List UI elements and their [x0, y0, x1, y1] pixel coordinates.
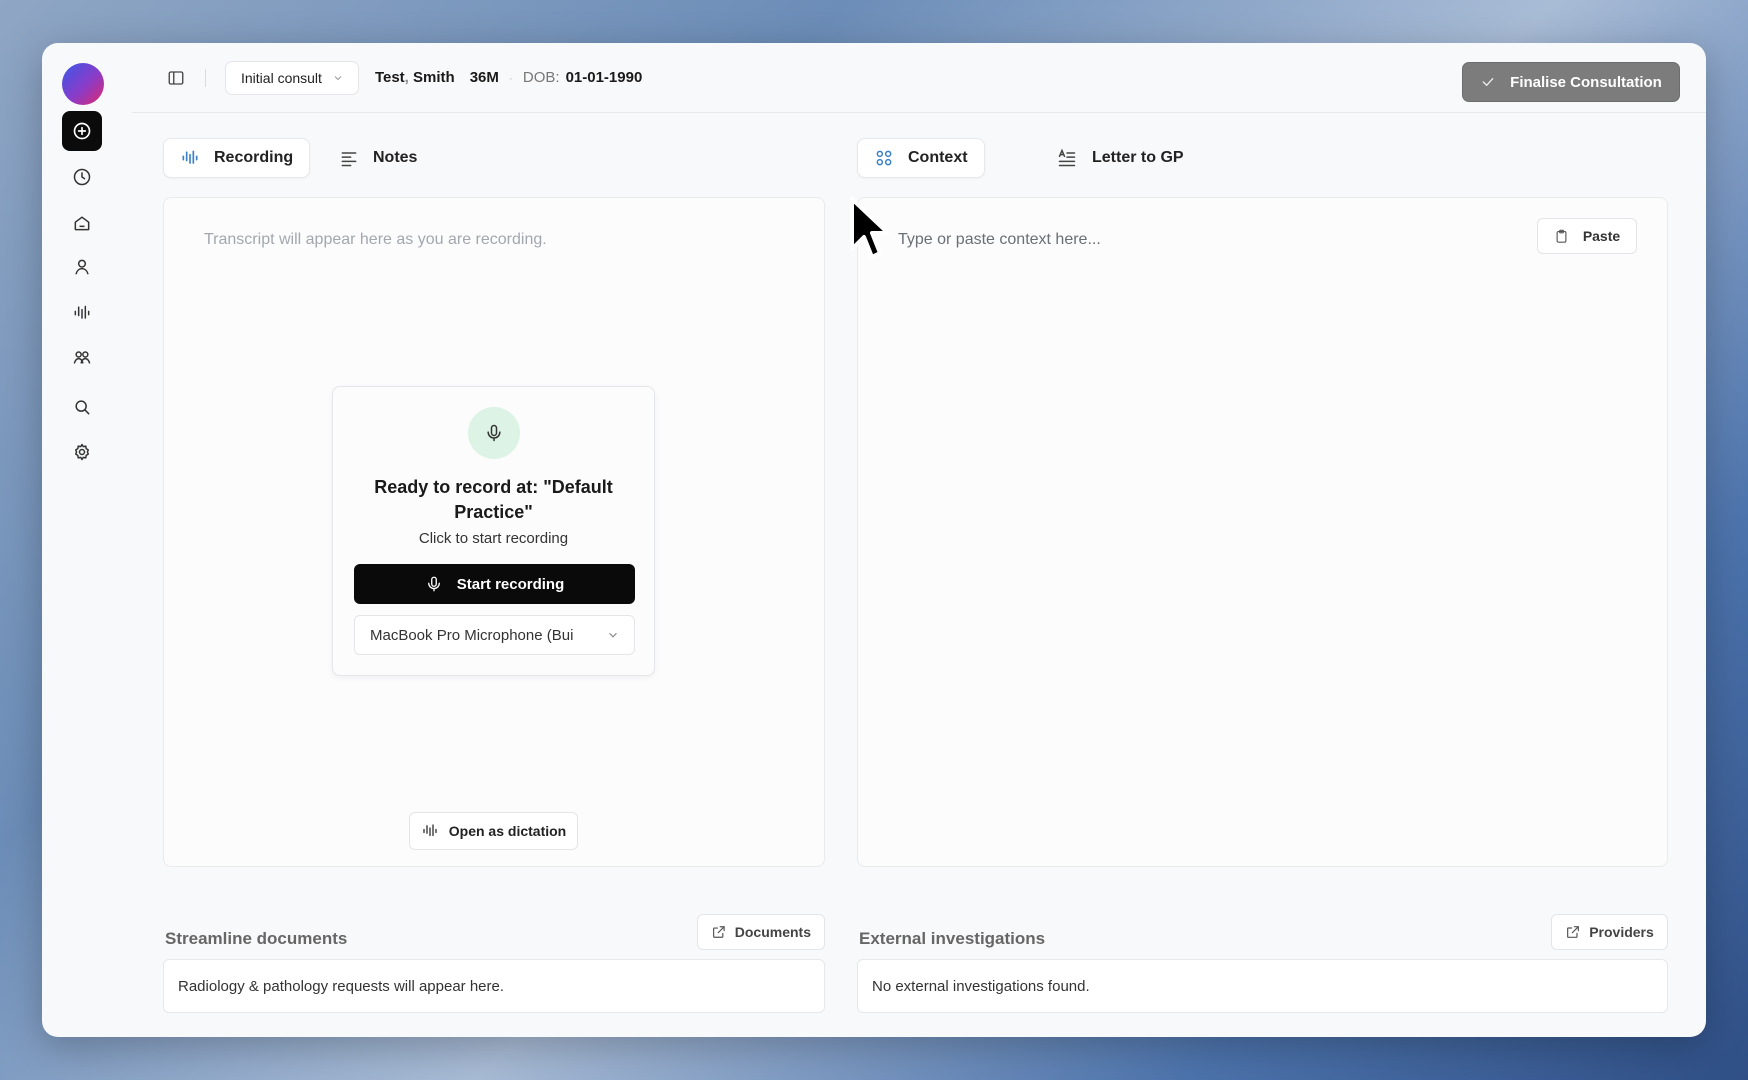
app-window: Initial consult Test, Smith 36M · DOB: 0… — [42, 43, 1706, 1037]
dob-value: 01-01-1990 — [565, 69, 643, 86]
sidebar — [42, 43, 132, 1037]
microphone-icon — [487, 424, 501, 442]
header-separator: · — [508, 70, 513, 85]
investigations-section-title: External investigations — [859, 929, 1046, 948]
ready-title: Ready to record at: "Default Practice" — [374, 477, 613, 522]
header-bar: Initial consult Test, Smith 36M · DOB: 0… — [132, 43, 1706, 113]
mouse-cursor-icon — [850, 197, 890, 259]
plus-circle-icon — [73, 122, 91, 140]
paste-button[interactable]: Paste — [1537, 218, 1637, 254]
patient-age-sex: 36M — [469, 69, 499, 86]
tab-context-label: Context — [908, 149, 968, 166]
sidebar-item-settings[interactable] — [62, 432, 102, 472]
tab-recording-label: Recording — [214, 149, 294, 166]
patient-last-name: Smith — [413, 69, 455, 86]
tab-letter-label: Letter to GP — [1092, 149, 1184, 166]
dictation-label: Open as dictation — [448, 823, 567, 839]
sidebar-item-patient[interactable] — [62, 247, 102, 287]
tab-recording[interactable]: Recording — [163, 138, 311, 178]
users-icon — [73, 351, 91, 364]
mic-badge — [468, 407, 520, 459]
recording-panel: Transcript will appear here as you are r… — [163, 197, 825, 867]
home-icon — [74, 216, 90, 231]
clipboard-icon — [1556, 229, 1567, 243]
start-recording-label: Start recording — [456, 575, 565, 593]
documents-section-title: Streamline documents — [165, 929, 348, 948]
consult-type-select[interactable]: Initial consult — [225, 60, 359, 95]
investigations-empty-box: No external investigations found. — [857, 959, 1668, 1013]
text-lines-icon — [341, 152, 357, 167]
documents-button-label: Documents — [734, 924, 811, 940]
clock-icon — [73, 168, 91, 186]
providers-button-label: Providers — [1589, 924, 1654, 940]
chevron-down-icon — [334, 75, 342, 80]
finalise-label: Finalise Consultation — [1510, 73, 1662, 91]
sidebar-item-search[interactable] — [62, 387, 102, 427]
context-panel[interactable]: Type or paste context here... Paste — [857, 197, 1668, 867]
sidebar-toggle-button[interactable] — [165, 67, 187, 89]
patient-first-name: Test — [374, 69, 405, 86]
start-recording-button[interactable]: Start recording — [354, 564, 635, 604]
consult-type-value: Initial consult — [241, 69, 322, 86]
search-icon — [75, 400, 90, 415]
letter-icon — [1058, 148, 1076, 167]
open-as-dictation-button[interactable]: Open as dictation — [409, 812, 578, 850]
sidebar-item-team[interactable] — [62, 337, 102, 377]
waveform-icon — [423, 824, 437, 837]
check-icon — [1482, 78, 1494, 87]
patient-name[interactable]: Test, Smith — [375, 69, 455, 86]
sidebar-item-home[interactable] — [62, 203, 102, 243]
waveform-icon — [74, 305, 90, 319]
grid-icon — [876, 150, 892, 166]
tab-notes[interactable]: Notes — [323, 138, 433, 178]
finalise-consultation-button[interactable]: Finalise Consultation — [1462, 62, 1680, 102]
investigations-empty-text: No external investigations found. — [872, 977, 1090, 995]
user-icon — [75, 259, 89, 275]
sidebar-toggle-icon — [168, 70, 184, 85]
new-consult-button[interactable] — [62, 111, 102, 151]
record-card: Ready to record at: "Default Practice" C… — [332, 386, 655, 676]
header-divider — [205, 68, 206, 87]
name-comma: , — [404, 69, 414, 86]
documents-empty-box: Radiology & pathology requests will appe… — [163, 959, 825, 1013]
ready-subtitle: Click to start recording — [418, 530, 569, 547]
sidebar-item-recordings[interactable] — [62, 293, 102, 333]
waveform-icon — [182, 150, 198, 164]
documents-button[interactable]: Documents — [697, 914, 825, 950]
documents-empty-text: Radiology & pathology requests will appe… — [178, 977, 505, 995]
transcript-placeholder: Transcript will appear here as you are r… — [204, 231, 547, 248]
paste-label: Paste — [1582, 228, 1621, 244]
microphone-icon — [427, 576, 440, 592]
providers-button[interactable]: Providers — [1551, 914, 1668, 950]
external-link-icon — [713, 926, 725, 938]
tab-notes-label: Notes — [373, 149, 418, 166]
avatar[interactable] — [62, 63, 104, 105]
external-link-icon — [1567, 926, 1580, 938]
chevron-down-icon — [609, 632, 617, 638]
sidebar-item-history[interactable] — [62, 157, 102, 197]
dob-label: DOB: — [522, 69, 560, 86]
context-input[interactable]: Type or paste context here... — [898, 231, 1101, 249]
microphone-select[interactable]: MacBook Pro Microphone (Bui — [354, 615, 635, 655]
tab-context[interactable]: Context — [857, 138, 985, 178]
gear-icon — [75, 443, 89, 461]
tab-letter-to-gp[interactable]: Letter to GP — [1040, 138, 1200, 178]
microphone-value: MacBook Pro Microphone (Bui — [370, 626, 574, 644]
